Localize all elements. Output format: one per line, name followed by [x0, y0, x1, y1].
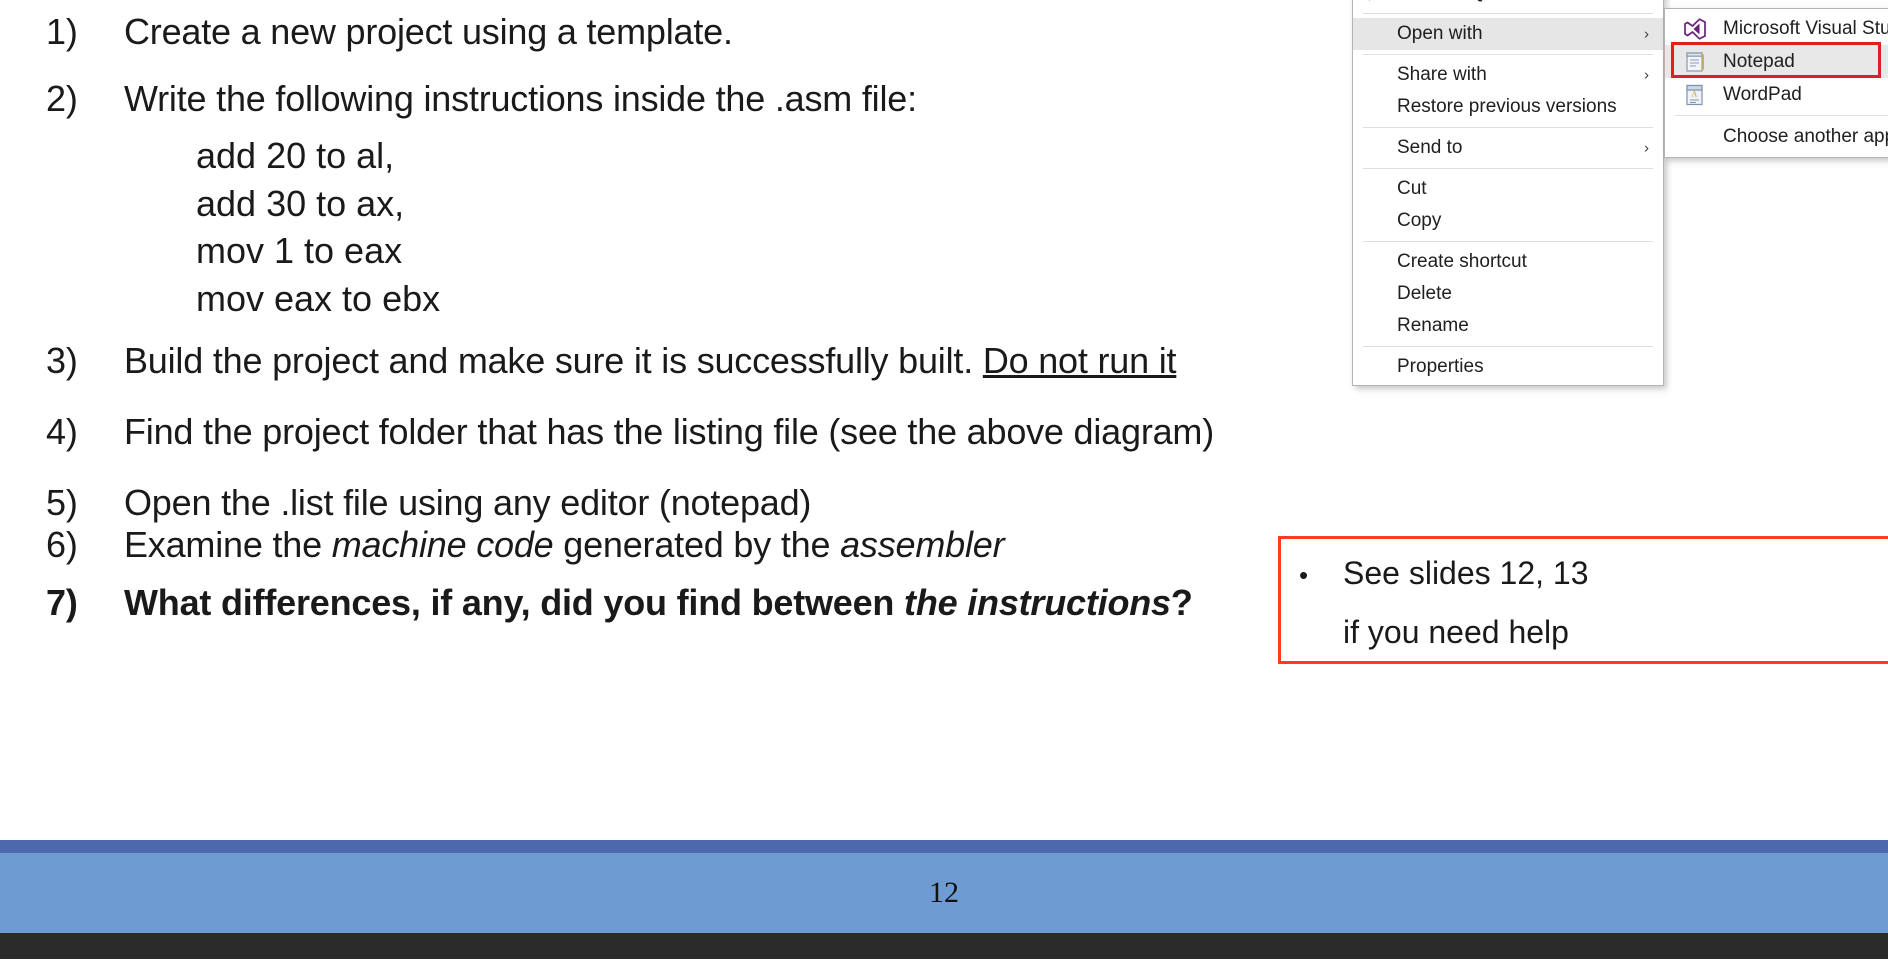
step-text: Create a new project using a template. — [124, 11, 733, 52]
step-number: 3) — [46, 340, 78, 381]
step-text: Find the project folder that has the lis… — [124, 411, 1215, 452]
context-menu-item-delete[interactable]: Delete — [1353, 278, 1663, 310]
submenu-separator — [1675, 115, 1888, 116]
submenu-item-wordpad[interactable]: A WordPad — [1665, 78, 1888, 111]
wordpad-icon: A — [1683, 83, 1707, 107]
footer-bottom-bar — [0, 933, 1888, 959]
svg-text:A: A — [1692, 89, 1698, 98]
callout-text-2: if you need help — [1343, 614, 1569, 650]
notepad-icon — [1683, 50, 1707, 74]
submenu-item-visual-studio[interactable]: Microsoft Visual Studio 2015 — [1665, 12, 1888, 45]
menu-separator — [1363, 168, 1653, 169]
step6-part1: Examine the — [124, 524, 332, 565]
submenu-item-choose-another-app[interactable]: Choose another app — [1665, 120, 1888, 153]
list-item-step-3: 3) Build the project and make sure it is… — [46, 340, 1177, 381]
code-line-1: add 20 to al, — [196, 135, 395, 176]
submenu-item-label: Choose another app — [1723, 125, 1888, 147]
list-item-step-2: 2) Write the following instructions insi… — [46, 78, 917, 119]
callout-text-1: See slides 12, 13 — [1343, 555, 1589, 591]
submenu-item-label: Notepad — [1723, 50, 1795, 72]
chevron-right-icon: › — [1644, 139, 1649, 157]
step6-italic-machine-code: machine code — [331, 524, 554, 565]
step-number: 7) — [46, 582, 78, 623]
context-menu-item-move-to-quarantine[interactable]: Move to Quarantine — [1353, 0, 1663, 9]
list-item-step-6: 6) Examine the machine code generated by… — [46, 524, 1005, 565]
step-text: Open the .list file using any editor (no… — [124, 482, 812, 523]
context-menu-item-copy[interactable]: Copy — [1353, 205, 1663, 237]
submenu-item-notepad[interactable]: Notepad — [1665, 45, 1888, 78]
code-line-2: add 30 to ax, — [196, 183, 405, 224]
step-number: 6) — [46, 524, 78, 565]
step-text: Build the project and make sure it is su… — [124, 340, 1177, 381]
submenu-item-label: WordPad — [1723, 83, 1802, 105]
help-callout-box: • See slides 12, 13 if you need help — [1278, 536, 1888, 664]
list-item-step-5: 5) Open the .list file using any editor … — [46, 482, 812, 523]
context-menu-item-restore-previous-versions[interactable]: Restore previous versions — [1353, 91, 1663, 123]
step6-italic-assembler: assembler — [840, 524, 1005, 565]
quarantine-icon — [1365, 0, 1385, 3]
submenu-item-label: Microsoft Visual Studio 2015 — [1723, 17, 1888, 39]
bullet-icon: • — [1299, 560, 1309, 590]
context-menu-item-label: Cut — [1397, 178, 1427, 199]
context-menu-item-send-to[interactable]: Send to › — [1353, 132, 1663, 164]
footer-accent-strip — [0, 840, 1888, 853]
context-menu-item-label: Delete — [1397, 283, 1452, 304]
menu-separator — [1363, 127, 1653, 128]
context-menu-item-label: Properties — [1397, 356, 1484, 377]
chevron-right-icon: › — [1644, 25, 1649, 43]
context-menu-item-rename[interactable]: Rename — [1353, 310, 1663, 342]
context-menu-item-label: Create shortcut — [1397, 251, 1527, 272]
context-menu-item-label: Rename — [1397, 315, 1469, 336]
visual-studio-icon — [1683, 17, 1707, 41]
context-menu-item-cut[interactable]: Cut — [1353, 173, 1663, 205]
context-menu-item-share-with[interactable]: Share with › — [1353, 59, 1663, 91]
context-menu[interactable]: Move to Quarantine Open with › Share wit… — [1352, 0, 1664, 386]
step-number: 2) — [46, 78, 78, 119]
context-menu-item-label: Share with — [1397, 64, 1487, 85]
step7-bolditalic-the-instructions: the instructions — [904, 582, 1171, 623]
step-text: Examine the machine code generated by th… — [124, 524, 1005, 565]
context-menu-item-label: Send to — [1397, 137, 1463, 158]
step-text: What differences, if any, did you find b… — [124, 582, 1193, 623]
step7-part2: ? — [1170, 582, 1193, 623]
context-menu-item-label: Open with — [1397, 23, 1483, 44]
step3-plain: Build the project and make sure it is su… — [124, 340, 983, 381]
context-menu-item-open-with[interactable]: Open with › — [1353, 18, 1663, 50]
step-number: 4) — [46, 411, 78, 452]
code-line-4: mov eax to ebx — [196, 278, 441, 319]
page-number: 12 — [929, 876, 959, 909]
menu-separator — [1363, 241, 1653, 242]
menu-separator — [1363, 13, 1653, 14]
step3-underlined: Do not run it — [982, 340, 1177, 381]
step-number: 1) — [46, 11, 78, 52]
context-menu-item-properties[interactable]: Properties — [1353, 351, 1663, 383]
list-item-step-1: 1) Create a new project using a template… — [46, 11, 733, 52]
code-line-3: mov 1 to eax — [196, 230, 403, 271]
list-item-step-7: 7) What differences, if any, did you fin… — [46, 582, 1193, 623]
context-menu-item-label: Move to Quarantine — [1397, 0, 1564, 4]
step6-part2: generated by the — [553, 524, 841, 565]
context-menu-item-create-shortcut[interactable]: Create shortcut — [1353, 246, 1663, 278]
context-menu-item-label: Restore previous versions — [1397, 96, 1617, 117]
menu-separator — [1363, 54, 1653, 55]
open-with-submenu[interactable]: Microsoft Visual Studio 2015 Notepad A — [1664, 8, 1888, 158]
step-text: Write the following instructions inside … — [124, 78, 917, 119]
step-number: 5) — [46, 482, 78, 523]
list-item-step-4: 4) Find the project folder that has the … — [46, 411, 1215, 452]
chevron-right-icon: › — [1644, 66, 1649, 84]
context-menu-item-label: Copy — [1397, 210, 1442, 231]
step7-part1: What differences, if any, did you find b… — [124, 582, 905, 623]
callout-line-1: • See slides 12, 13 — [1299, 555, 1888, 592]
menu-separator — [1363, 346, 1653, 347]
